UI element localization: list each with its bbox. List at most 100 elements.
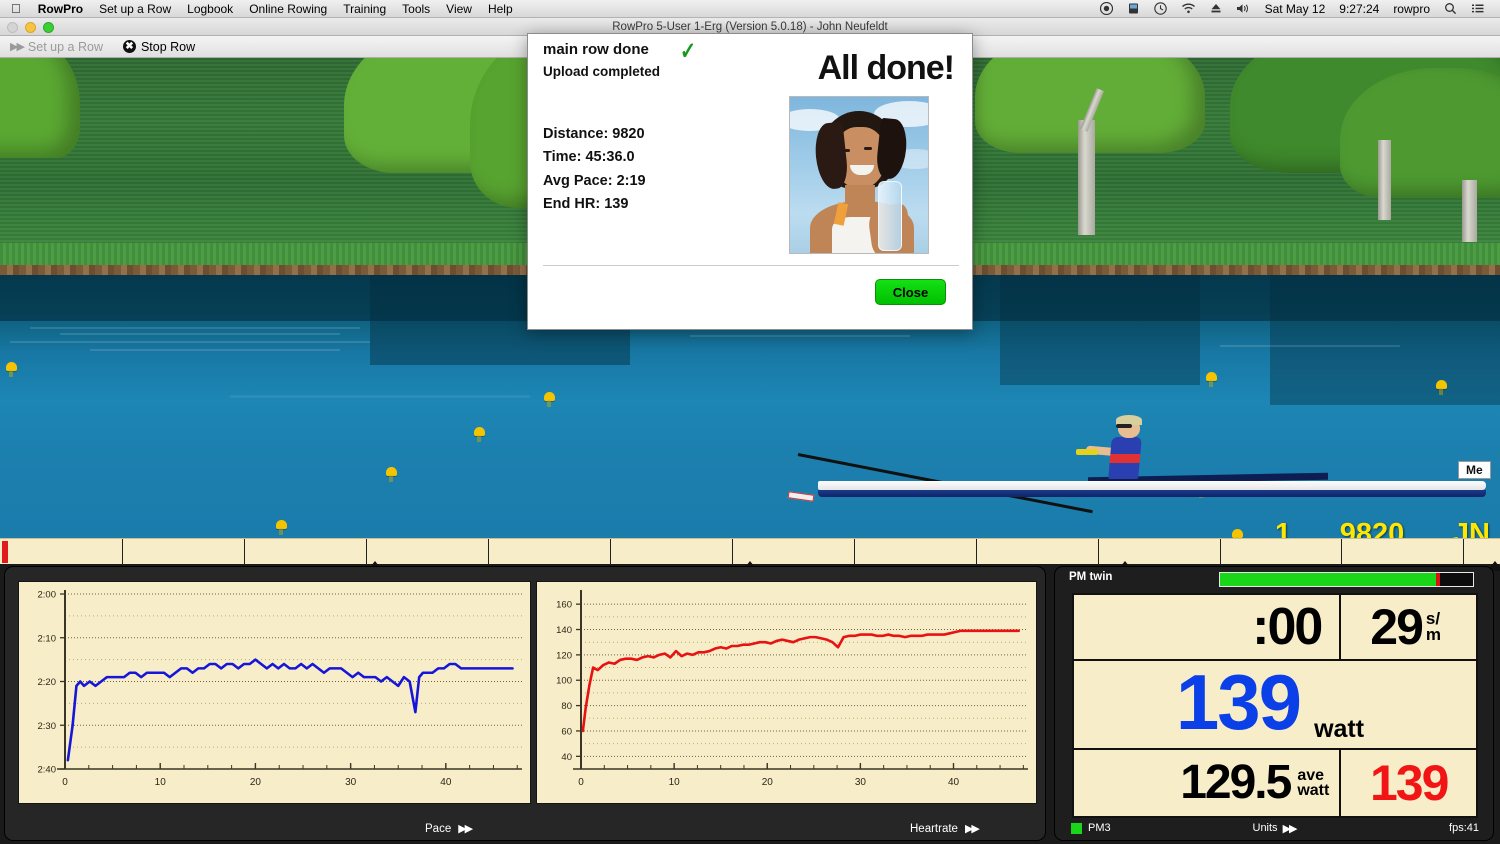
svg-text:2:20: 2:20 <box>38 677 57 688</box>
pm-heartrate-value: 139 <box>1369 755 1449 811</box>
svg-text:2:10: 2:10 <box>38 633 57 644</box>
pm-title: PM twin <box>1069 571 1113 583</box>
heartrate-footer-label[interactable]: Heartrate ▶▶ <box>910 819 980 840</box>
rower-boat: Me <box>787 413 1491 514</box>
volume-icon[interactable] <box>1229 2 1258 15</box>
menu-item-online-rowing[interactable]: Online Rowing <box>241 0 335 18</box>
buoy <box>544 392 555 407</box>
water-reflection <box>1000 275 1200 385</box>
buoy <box>6 362 17 377</box>
mac-menu-bar:  RowPro Set up a Row Logbook Online Row… <box>0 0 1500 18</box>
tree-trunk <box>1378 140 1391 220</box>
pm-row-top: :00 29 s/ m <box>1074 595 1476 661</box>
search-icon[interactable] <box>1437 2 1464 15</box>
pm-watt-cell: 139 watt <box>1074 661 1476 748</box>
battery-icon[interactable] <box>1120 2 1147 15</box>
menu-item-help[interactable]: Help <box>480 0 521 18</box>
heartrate-label: Heartrate <box>910 823 958 835</box>
close-button[interactable]: Close <box>875 279 946 305</box>
fast-forward-icon: ▶▶ <box>10 40 25 53</box>
pm-row-bottom: 129.5 ave watt 139 <box>1074 750 1476 816</box>
setup-row-button[interactable]: ▶▶ Set up a Row <box>0 36 113 58</box>
scoreboard-position: 1 <box>1275 518 1292 538</box>
water-highlight <box>90 349 340 351</box>
oar-handle <box>1076 449 1098 455</box>
pm-ave-watt-cell: 129.5 ave watt <box>1074 750 1339 816</box>
pm-watt-unit: watt <box>1314 715 1365 744</box>
svg-text:10: 10 <box>669 777 681 788</box>
pace-chart[interactable]: 2:00 2:10 2:20 2:30 2:40 0 10 20 30 40 <box>18 581 531 804</box>
tree-trunk <box>1078 120 1095 235</box>
pm-panel-header: PM twin <box>1055 567 1493 591</box>
stop-row-button[interactable]: ✖ Stop Row <box>113 36 205 58</box>
svg-text:30: 30 <box>855 777 867 788</box>
buoy <box>1436 380 1447 395</box>
apple-menu-icon[interactable]:  <box>0 0 30 18</box>
svg-text:140: 140 <box>556 625 572 636</box>
buoy <box>276 520 287 535</box>
eject-icon[interactable] <box>1203 2 1229 15</box>
svg-text:80: 80 <box>561 701 572 712</box>
dialog-status-text: main row done <box>543 41 649 58</box>
svg-text:20: 20 <box>250 777 262 788</box>
water-highlight <box>60 333 340 335</box>
wifi-icon[interactable] <box>1174 2 1203 15</box>
notification-center-icon[interactable] <box>1464 2 1492 15</box>
svg-text:0: 0 <box>578 777 584 788</box>
water-highlight <box>30 327 360 329</box>
menu-item-training[interactable]: Training <box>335 0 394 18</box>
svg-text:30: 30 <box>345 777 357 788</box>
buoy <box>1206 372 1217 387</box>
menu-bar-date: Sat May 12 <box>1264 1 1326 16</box>
pm-units-button[interactable]: Units ▶▶ <box>1055 822 1493 835</box>
svg-text:40: 40 <box>948 777 960 788</box>
pm-lcd-grid[interactable]: :00 29 s/ m 139 watt 129.5 ave watt 139 <box>1072 593 1478 818</box>
menu-bar-left:  RowPro Set up a Row Logbook Online Row… <box>0 0 521 18</box>
race-scoreboard: 1 9820 JN <box>1275 518 1490 538</box>
photo-hair-right <box>874 117 910 181</box>
check-icon: ✓ <box>680 38 697 65</box>
water-highlight <box>1220 345 1400 347</box>
pm-monitor-panel: PM twin :00 29 s/ m 139 watt 129.5 ave w… <box>1054 566 1494 841</box>
menu-bar-user[interactable]: rowpro <box>1386 2 1437 16</box>
charts-panel: 2:00 2:10 2:20 2:30 2:40 0 10 20 30 40 40 60 80 100 1… <box>4 566 1046 841</box>
fast-forward-icon[interactable]: ▶▶ <box>1283 822 1298 835</box>
pm-panel-footer: PM3 Units ▶▶ fps:41 <box>1055 820 1493 838</box>
pm-progress-marker <box>1436 573 1441 586</box>
menu-item-set-up-a-row[interactable]: Set up a Row <box>91 0 179 18</box>
menu-item-view[interactable]: View <box>438 0 480 18</box>
pm-row-middle: 139 watt <box>1074 661 1476 751</box>
pm-ave-watt-value: 129.5 <box>1180 756 1292 809</box>
pace-footer-label[interactable]: Pace ▶▶ <box>425 819 473 840</box>
pm-progress-fill <box>1220 573 1441 586</box>
heartrate-chart[interactable]: 40 60 80 100 120 140 160 0 10 20 30 40 <box>536 581 1037 804</box>
pm-elapsed-cell: :00 <box>1074 595 1339 659</box>
pm-progress-bar <box>1219 572 1474 587</box>
svg-text:40: 40 <box>440 777 452 788</box>
water-highlight <box>230 395 530 398</box>
photo-eye-right <box>864 147 872 150</box>
record-icon[interactable] <box>1093 2 1120 15</box>
fast-forward-icon[interactable]: ▶▶ <box>458 819 473 840</box>
pm-stroke-rate-unit: s/ m <box>1425 610 1442 644</box>
pm-elapsed-value: :00 <box>1252 597 1323 656</box>
pm-stroke-unit-bottom: m <box>1425 624 1442 644</box>
buoy <box>1232 529 1243 538</box>
fast-forward-icon[interactable]: ▶▶ <box>965 819 980 840</box>
menu-item-logbook[interactable]: Logbook <box>179 0 241 18</box>
pm-stroke-rate-value: 29 <box>1370 598 1424 655</box>
photo-eye-left <box>842 149 850 152</box>
dialog-divider <box>543 265 959 266</box>
charts-footer: Pace ▶▶ Heartrate ▶▶ <box>5 819 1045 840</box>
pm-stroke-rate-cell: 29 s/ m <box>1339 595 1476 659</box>
svg-text:120: 120 <box>556 650 572 661</box>
menu-item-tools[interactable]: Tools <box>394 0 438 18</box>
svg-text:0: 0 <box>62 777 68 788</box>
menu-item-rowpro[interactable]: RowPro <box>30 0 91 18</box>
water-reflection <box>1270 275 1500 405</box>
svg-text:2:40: 2:40 <box>38 765 57 776</box>
svg-text:40: 40 <box>561 752 572 763</box>
svg-text:20: 20 <box>762 777 774 788</box>
stop-row-label: Stop Row <box>140 39 196 54</box>
time-machine-icon[interactable] <box>1147 2 1174 15</box>
